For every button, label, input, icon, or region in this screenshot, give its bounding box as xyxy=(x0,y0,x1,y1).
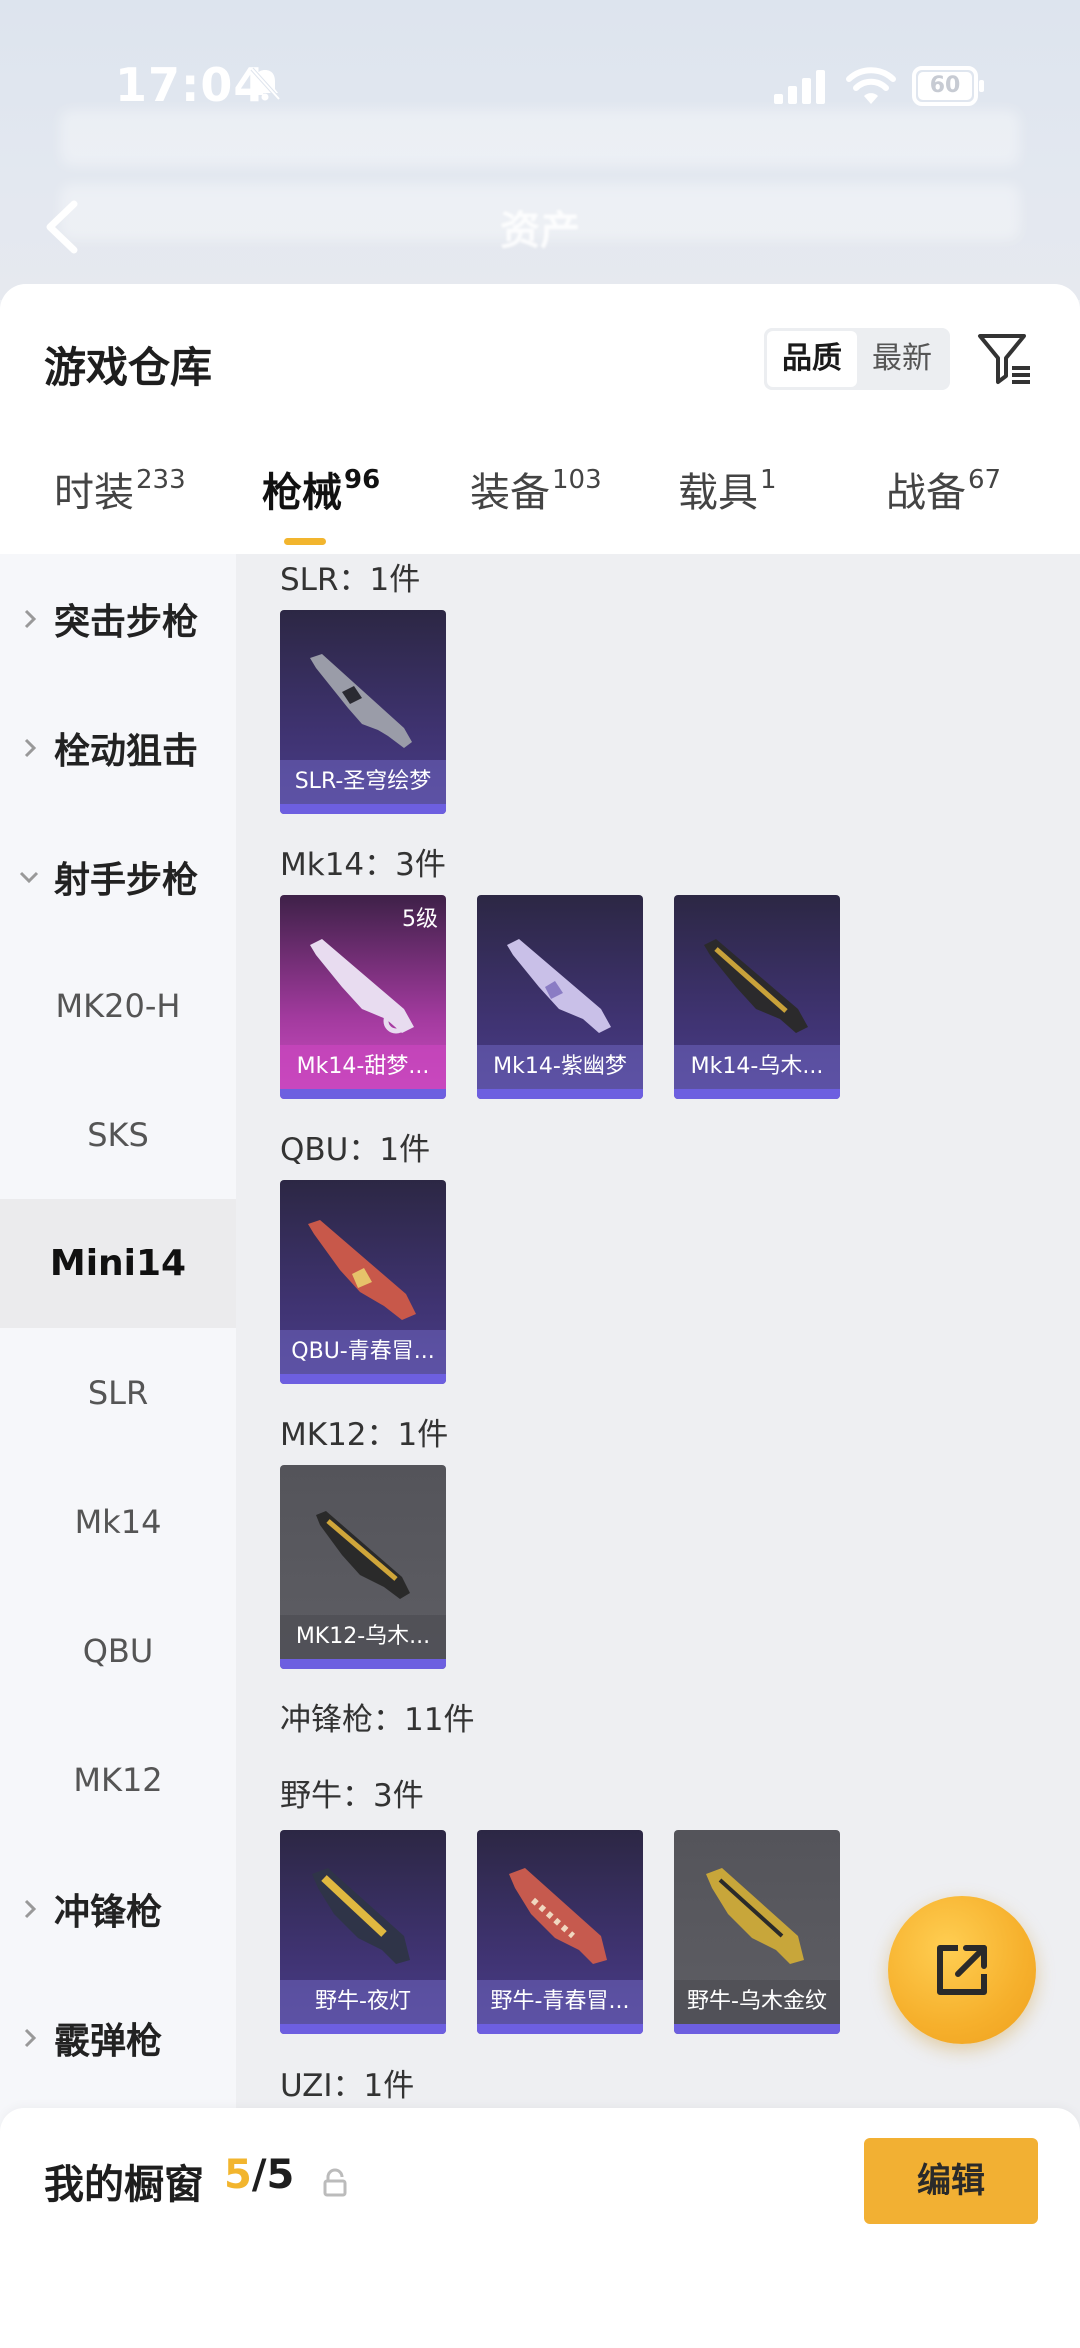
my-showcase-bar: 我的橱窗 5/5 编辑 xyxy=(0,2108,1080,2348)
chevron-right-icon xyxy=(24,2028,37,2047)
rarity-bar xyxy=(280,1659,446,1669)
share-button[interactable] xyxy=(888,1896,1036,2044)
sort-toggle: 品质 最新 xyxy=(764,328,950,390)
sort-newest-button[interactable]: 最新 xyxy=(857,331,947,387)
weapon-name: 野牛-夜灯 xyxy=(280,1980,446,2024)
showcase-total: /5 xyxy=(251,2152,295,2198)
weapon-name: QBU-青春冒... xyxy=(280,1330,446,1374)
tab-count: 233 xyxy=(136,465,186,495)
page-title: 资产 xyxy=(500,208,580,254)
weapon-card[interactable]: Mk14-紫幽梦 xyxy=(477,895,643,1099)
group-title-mk14: Mk14：3件 xyxy=(280,847,446,883)
status-time: 17:04 xyxy=(115,58,267,112)
smg-icon xyxy=(509,1868,607,1964)
sidebar-item-bolt-sniper[interactable]: 栓动狙击 xyxy=(0,683,236,812)
tab-vehicles[interactable]: 载具1 xyxy=(678,460,777,554)
group-title-qbu: QBU：1件 xyxy=(280,1132,431,1168)
weapon-card[interactable]: SLR-圣穹绘梦 xyxy=(280,610,446,814)
rarity-bar xyxy=(280,1089,446,1099)
warehouse-sheet: 游戏仓库 品质 最新 时装233 枪械96 装备103 载具1 战备67 突击步… xyxy=(0,284,1080,2348)
filter-icon[interactable] xyxy=(976,330,1034,388)
tab-guns[interactable]: 枪械96 xyxy=(262,460,380,554)
showcase-title: 我的橱窗 xyxy=(44,2162,204,2208)
chevron-right-icon xyxy=(24,738,37,757)
lock-icon xyxy=(323,2168,347,2197)
sidebar-item-dmr[interactable]: 射手步枪 xyxy=(0,812,236,941)
sidebar-item-mk12[interactable]: MK12 xyxy=(0,1715,236,1844)
weapon-name: Mk14-紫幽梦 xyxy=(477,1045,643,1089)
rarity-bar xyxy=(477,1089,643,1099)
sidebar-item-qbu[interactable]: QBU xyxy=(0,1586,236,1715)
share-export-icon xyxy=(937,1945,987,1995)
battery-level: 60 xyxy=(918,72,972,100)
rifle-icon xyxy=(308,1220,416,1320)
sidebar-item-mk14[interactable]: Mk14 xyxy=(0,1457,236,1586)
rarity-bar xyxy=(674,1089,840,1099)
group-title-bizon: 野牛：3件 xyxy=(280,1778,424,1814)
weapon-name: SLR-圣穹绘梦 xyxy=(280,760,446,804)
rifle-icon xyxy=(310,654,412,748)
warehouse-title: 游戏仓库 xyxy=(44,343,213,392)
sidebar-item-smg[interactable]: 冲锋枪 xyxy=(0,1844,236,1973)
sidebar-item-mk20h[interactable]: MK20-H xyxy=(0,941,236,1070)
group-title-uzi: UZI：1件 xyxy=(280,2068,415,2104)
weapon-card[interactable]: MK12-乌木... xyxy=(280,1465,446,1669)
group-title-slr: SLR：1件 xyxy=(280,562,421,598)
weapon-card[interactable]: 野牛-乌木金纹 xyxy=(674,1830,840,2034)
weapon-name: MK12-乌木... xyxy=(280,1615,446,1659)
rarity-bar xyxy=(477,2024,643,2034)
sidebar-item-shotgun[interactable]: 霰弹枪 xyxy=(0,1973,236,2102)
weapon-name: 野牛-乌木金纹 xyxy=(674,1980,840,2024)
smg-icon xyxy=(706,1868,804,1964)
level-badge: 5级 xyxy=(402,907,438,932)
sort-quality-button[interactable]: 品质 xyxy=(767,331,857,387)
tab-count: 103 xyxy=(552,465,602,495)
weapon-card[interactable]: QBU-青春冒... xyxy=(280,1180,446,1384)
status-bar: 17:04 60 xyxy=(0,0,1080,180)
weapon-name: 野牛-青春冒... xyxy=(477,1980,643,2024)
chevron-down-icon xyxy=(19,871,39,883)
tab-count: 67 xyxy=(968,465,1002,495)
weapon-name: Mk14-乌木... xyxy=(674,1045,840,1089)
sidebar-item-slr[interactable]: SLR xyxy=(0,1328,236,1457)
showcase-count: 5/5 xyxy=(224,2152,294,2198)
weapon-card[interactable]: 野牛-青春冒... xyxy=(477,1830,643,2034)
chevron-right-icon xyxy=(24,1899,37,1918)
rarity-bar xyxy=(280,804,446,814)
sidebar-item-mini14[interactable]: Mini14 xyxy=(0,1199,236,1328)
rarity-bar xyxy=(280,2024,446,2034)
tab-supplies[interactable]: 战备67 xyxy=(886,460,1001,554)
sheet-header: 游戏仓库 品质 最新 时装233 枪械96 装备103 载具1 战备67 xyxy=(0,284,1080,554)
edit-button[interactable]: 编辑 xyxy=(864,2138,1038,2224)
battery-icon: 60 xyxy=(912,66,984,106)
wifi-icon xyxy=(846,67,896,104)
rifle-icon xyxy=(507,939,611,1033)
tab-costume[interactable]: 时装233 xyxy=(54,460,186,554)
category-tabs: 时装233 枪械96 装备103 载具1 战备67 xyxy=(0,460,1080,554)
tab-count: 96 xyxy=(344,465,381,495)
weapon-type-sidebar: 突击步枪 栓动狙击 射手步枪 MK20-H SKS Mini14 SLR Mk1… xyxy=(0,554,236,2160)
chevron-right-icon xyxy=(24,609,37,628)
tab-count: 1 xyxy=(760,465,777,495)
weapon-name: Mk14-甜梦... xyxy=(280,1045,446,1089)
group-title-mk12: MK12：1件 xyxy=(280,1417,449,1453)
rifle-icon xyxy=(316,1511,410,1599)
sidebar-item-sks[interactable]: SKS xyxy=(0,1070,236,1199)
weapon-card[interactable]: 5级 Mk14-甜梦... xyxy=(280,895,446,1099)
showcase-used: 5 xyxy=(224,2152,252,2198)
mute-bell-icon xyxy=(250,67,281,101)
rarity-bar xyxy=(674,2024,840,2034)
group-title-smg: 冲锋枪：11件 xyxy=(280,1702,475,1738)
rifle-icon xyxy=(704,939,808,1033)
cellular-signal-icon xyxy=(774,70,825,104)
sidebar-item-assault-rifle[interactable]: 突击步枪 xyxy=(0,554,236,683)
tab-equipment[interactable]: 装备103 xyxy=(470,460,602,554)
weapon-card[interactable]: Mk14-乌木... xyxy=(674,895,840,1099)
rarity-bar xyxy=(280,1374,446,1384)
smg-icon xyxy=(312,1868,410,1964)
weapon-card[interactable]: 野牛-夜灯 xyxy=(280,1830,446,2034)
